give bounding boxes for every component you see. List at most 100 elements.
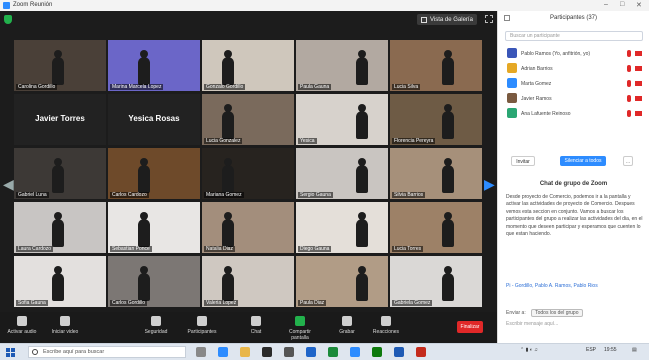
participant-tile[interactable]: Natalia Diaz	[202, 202, 294, 253]
previous-page-arrow-icon[interactable]: ◀	[3, 176, 14, 192]
app-icon[interactable]	[284, 347, 294, 357]
store-icon[interactable]	[262, 347, 272, 357]
participant-tile[interactable]: Gabriel Luna	[14, 148, 106, 199]
participant-tile[interactable]: Yesica	[296, 94, 388, 145]
windows-start-icon[interactable]	[6, 348, 15, 357]
person-silhouette	[138, 50, 150, 85]
participant-grid: Carolina Gordillo Marina Marcela Lopez Gon…	[14, 40, 482, 312]
mute-icon	[17, 316, 27, 326]
participant-row[interactable]: Ana Lafuente Reinoso	[505, 106, 645, 121]
taskbar-search-input[interactable]: Escribe aquí para buscar	[28, 346, 186, 358]
chat-title: Chat de grupo de Zoom	[539, 181, 608, 187]
mute-button[interactable]: Activar audio	[2, 316, 42, 335]
next-page-arrow-icon[interactable]: ▶	[484, 176, 495, 192]
participant-name-label: Florencia Pereyra	[392, 138, 436, 144]
participant-tile[interactable]: Paula Diaz	[296, 256, 388, 307]
participants-button[interactable]: Participantes	[182, 316, 222, 335]
close-icon[interactable]: ✕	[636, 1, 642, 9]
participant-tile[interactable]: Gabriela Gomez	[390, 256, 482, 307]
participant-tile[interactable]: Valeria Lopez	[202, 256, 294, 307]
participant-tile[interactable]: Carlos Cardozo	[108, 148, 200, 199]
share-screen-icon	[295, 316, 305, 326]
chat-link[interactable]: Pi - Gordillo, Pablo A. Ramos, Pablo Rio…	[506, 283, 644, 290]
participant-tile[interactable]: Carlos Gordillo	[108, 256, 200, 307]
share-screen-button[interactable]: Compartir pantalla	[280, 316, 320, 341]
person-silhouette	[52, 50, 64, 85]
participant-tile[interactable]: Lucia Torres	[390, 202, 482, 253]
participant-tile[interactable]: Laura Cardozo	[14, 202, 106, 253]
participant-tile[interactable]: Gonzalo Gordillo	[202, 40, 294, 91]
reactions-button[interactable]: Reacciones	[366, 316, 406, 335]
participant-tile[interactable]: Lucia Silva	[390, 40, 482, 91]
person-silhouette	[222, 50, 234, 85]
chat-button[interactable]: Chat	[236, 316, 276, 335]
participant-tile[interactable]: Florencia Pereyra	[390, 94, 482, 145]
security-button[interactable]: Seguridad	[136, 316, 176, 335]
app4-icon[interactable]	[416, 347, 426, 357]
participant-tile[interactable]: Diego Gauna	[296, 202, 388, 253]
meeting-toolbar: Finalizar Activar audio Iniciar video Segu…	[0, 312, 497, 343]
edge-icon[interactable]	[218, 347, 228, 357]
notifications-icon[interactable]: ▤	[632, 347, 637, 353]
file-explorer-icon[interactable]	[240, 347, 250, 357]
participant-row-name: Ana Lafuente Reinoso	[521, 111, 571, 117]
participant-tile[interactable]: Lucia Gonzalez	[202, 94, 294, 145]
participant-row[interactable]: Adrian Barrios	[505, 61, 645, 76]
security-shield-icon[interactable]	[4, 15, 12, 24]
participant-tile[interactable]: Javier Torres	[14, 94, 106, 145]
participant-row[interactable]: Marta Gomez	[505, 76, 645, 91]
participant-name-label: Lucia Torres	[392, 246, 424, 252]
participant-name-label: Laura Cardozo	[16, 246, 54, 252]
end-meeting-button[interactable]: Finalizar	[457, 321, 483, 333]
meeting-top-strip: Vista de Galería	[0, 11, 497, 29]
avatar	[507, 78, 517, 88]
participant-tile[interactable]: Paula Gauna	[296, 40, 388, 91]
view-mode-button[interactable]: Vista de Galería	[417, 14, 477, 25]
chat-recipient-select[interactable]: Todos los del grupo	[531, 309, 583, 317]
tray-icons[interactable]: ⌃ ▮ ◐ ♫	[520, 347, 538, 353]
toolbar-label: Compartir pantalla	[289, 329, 311, 341]
maximize-icon[interactable]: □	[620, 1, 624, 8]
task-view-icon[interactable]	[196, 347, 206, 357]
participant-tile[interactable]: Carolina Gordillo	[14, 40, 106, 91]
participant-tile[interactable]: Silvia Barrios	[390, 148, 482, 199]
participant-search-input[interactable]: Buscar un participante	[505, 31, 643, 41]
muted-mic-icon	[627, 50, 631, 57]
participant-row[interactable]: Pablo Ramos (Yo, anfitrión, yo)	[505, 46, 645, 61]
word-icon[interactable]	[306, 347, 316, 357]
person-silhouette	[356, 50, 368, 85]
more-options-button[interactable]: …	[623, 156, 633, 166]
participant-display-name: Javier Torres	[35, 114, 85, 123]
participants-icon	[197, 316, 207, 326]
participant-tile[interactable]: Mariana Gomez	[202, 148, 294, 199]
chat-icon	[251, 316, 261, 326]
invite-button[interactable]: Invitar	[511, 156, 535, 166]
participant-tile[interactable]: Sofia Gauna	[14, 256, 106, 307]
chat-message-input[interactable]: Escribir mensaje aquí...	[506, 321, 644, 331]
record-button[interactable]: Grabar	[327, 316, 367, 335]
minimize-icon[interactable]: –	[604, 1, 608, 8]
tray-language[interactable]: ESP	[586, 347, 596, 353]
participant-name-label: Lucia Silva	[392, 84, 421, 90]
toolbar-label: Seguridad	[144, 329, 168, 335]
participant-tile[interactable]: Sergio Gauna	[296, 148, 388, 199]
participant-row[interactable]: Javier Ramos	[505, 91, 645, 106]
mute-all-button[interactable]: Silenciar a todos	[560, 156, 606, 166]
zoom-taskbar-icon[interactable]	[350, 347, 360, 357]
video-button[interactable]: Iniciar video	[45, 316, 85, 335]
app3-icon[interactable]	[394, 347, 404, 357]
muted-mic-icon	[627, 80, 631, 87]
tray-clock[interactable]: 19:55	[604, 347, 617, 353]
participant-name-label: Gonzalo Gordillo	[204, 84, 246, 90]
participant-tile[interactable]: Sebastian Ponce	[108, 202, 200, 253]
participant-row-name: Pablo Ramos (Yo, anfitrión, yo)	[521, 51, 591, 57]
muted-mic-icon	[627, 95, 631, 102]
participant-tile[interactable]: Marina Marcela Lopez	[108, 40, 200, 91]
fullscreen-icon[interactable]	[485, 15, 493, 23]
app2-icon[interactable]	[372, 347, 382, 357]
participant-tile[interactable]: Yesica Rosas	[108, 94, 200, 145]
person-silhouette	[138, 158, 150, 193]
participant-name-label: Marina Marcela Lopez	[110, 84, 164, 90]
video-icon	[60, 316, 70, 326]
excel-icon[interactable]	[328, 347, 338, 357]
